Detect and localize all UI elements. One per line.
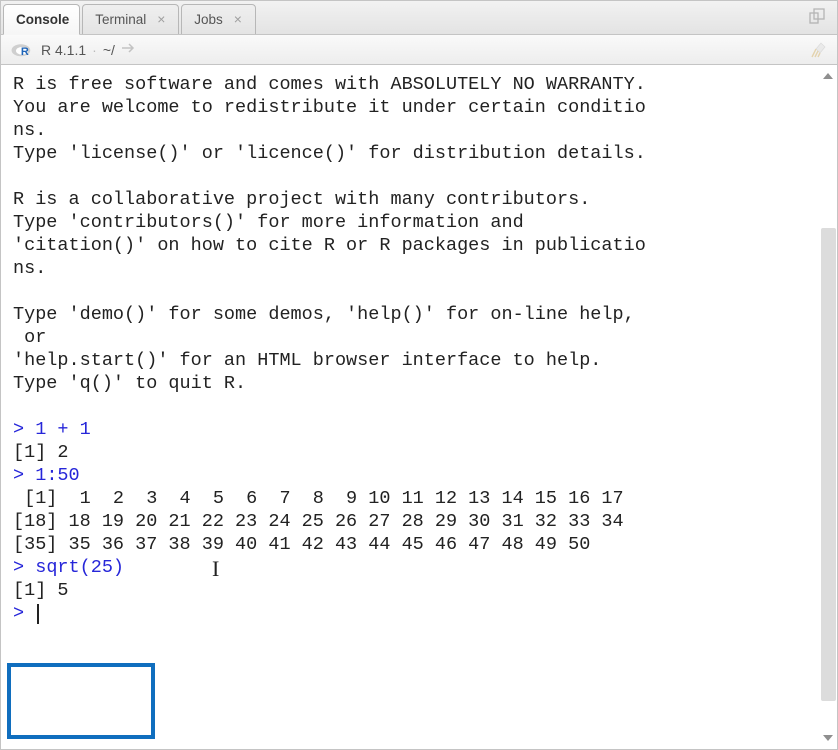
console-text: Type 'contributors()' for more informati…	[13, 212, 524, 233]
console-prompt: >	[13, 557, 35, 578]
working-directory-label[interactable]: ~/	[103, 42, 115, 58]
console-toolbar: R R 4.1.1 · ~/	[1, 35, 837, 65]
console-prompt: >	[13, 603, 35, 624]
console-result: [18] 18 19 20 21 22 23 24 25 26 27 28 29…	[13, 511, 624, 532]
close-icon[interactable]: ×	[231, 13, 245, 27]
console-text: ns.	[13, 258, 46, 279]
console-area: R is free software and comes with ABSOLU…	[1, 65, 837, 749]
console-input-cmd: 1 + 1	[35, 419, 91, 440]
console-result: [1] 2	[13, 442, 69, 463]
scroll-thumb[interactable]	[821, 228, 836, 702]
console-input-cmd: sqrt(25)	[35, 557, 124, 578]
svg-text:R: R	[21, 46, 29, 58]
vertical-scrollbar	[819, 65, 837, 749]
go-to-directory-icon[interactable]	[121, 41, 137, 58]
console-text: or	[13, 327, 46, 348]
console-text: R is a collaborative project with many c…	[13, 189, 590, 210]
console-output[interactable]: R is free software and comes with ABSOLU…	[1, 65, 837, 749]
console-text: Type 'q()' to quit R.	[13, 373, 246, 394]
tab-terminal-label: Terminal	[95, 12, 146, 27]
r-version-label: R 4.1.1	[41, 42, 86, 58]
tab-terminal[interactable]: Terminal ×	[82, 4, 179, 34]
console-text: Type 'demo()' for some demos, 'help()' f…	[13, 304, 635, 325]
console-text: You are welcome to redistribute it under…	[13, 97, 646, 118]
console-text: 'citation()' on how to cite R or R packa…	[13, 235, 646, 256]
close-icon[interactable]: ×	[154, 13, 168, 27]
maximize-icon[interactable]	[809, 8, 827, 26]
tab-jobs-label: Jobs	[194, 12, 223, 27]
text-cursor	[37, 604, 39, 624]
separator: ·	[92, 42, 97, 58]
console-text: ns.	[13, 120, 46, 141]
tab-console-label: Console	[16, 12, 69, 27]
console-result: [1] 1 2 3 4 5 6 7 8 9 10 11 12 13 14 15 …	[13, 488, 624, 509]
tab-console[interactable]: Console	[3, 4, 80, 35]
console-input-cmd: 1:50	[35, 465, 79, 486]
r-logo-icon[interactable]: R	[11, 42, 33, 58]
console-prompt: >	[13, 419, 35, 440]
console-text: 'help.start()' for an HTML browser inter…	[13, 350, 601, 371]
console-text: R is free software and comes with ABSOLU…	[13, 74, 646, 95]
console-result: [35] 35 36 37 38 39 40 41 42 43 44 45 46…	[13, 534, 590, 555]
clear-console-icon[interactable]	[809, 41, 827, 59]
console-result: [1] 5	[13, 580, 69, 601]
scroll-track[interactable]	[821, 87, 836, 727]
scroll-down-icon[interactable]	[819, 729, 837, 747]
console-text: Type 'license()' or 'licence()' for dist…	[13, 143, 646, 164]
console-prompt: >	[13, 465, 35, 486]
scroll-up-icon[interactable]	[819, 67, 837, 85]
tab-bar: Console Terminal × Jobs ×	[1, 1, 837, 35]
tab-jobs[interactable]: Jobs ×	[181, 4, 256, 34]
